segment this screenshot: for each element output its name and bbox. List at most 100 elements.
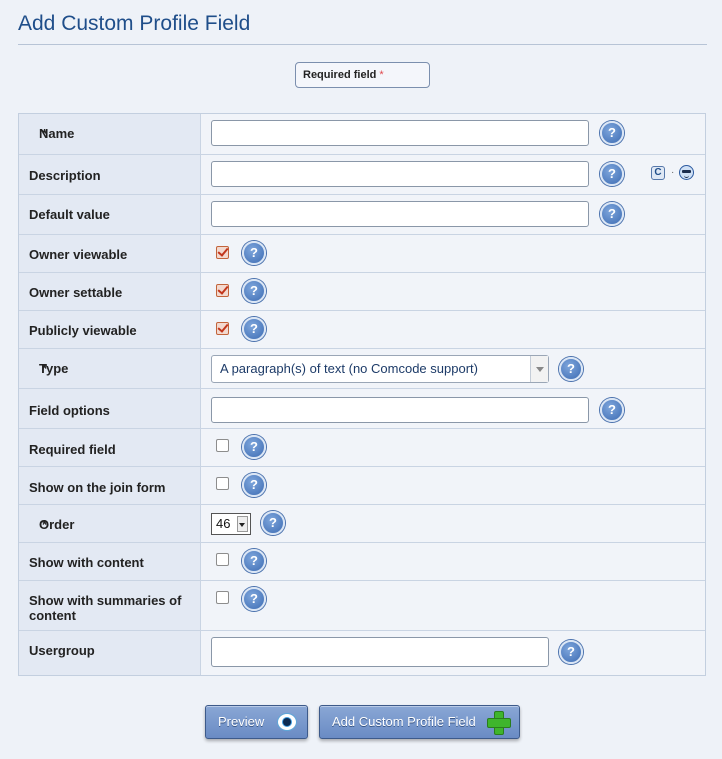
show-with-summaries-label-line2: content — [29, 608, 76, 623]
default-value-input[interactable] — [211, 201, 589, 227]
help-icon[interactable]: ? — [600, 121, 624, 145]
usergroup-label: Usergroup — [29, 643, 95, 658]
field-cell: ? — [201, 114, 705, 154]
field-cell: ? — [201, 389, 705, 428]
field-options-label: Field options — [29, 403, 110, 418]
show-with-content-label: Show with content — [29, 555, 144, 570]
row-required-field: Required field ? — [19, 428, 705, 466]
publicly-viewable-checkbox[interactable] — [216, 322, 229, 335]
chevron-down-icon — [530, 356, 548, 382]
field-cell: ? — [201, 235, 705, 272]
row-usergroup: Usergroup ? — [19, 630, 705, 675]
field-cell: ? — [201, 311, 705, 348]
label-cell: Order * — [19, 505, 201, 542]
label-cell: Default value — [19, 195, 201, 234]
field-cell: ? — [201, 467, 705, 504]
type-selected-value: A paragraph(s) of text (no Comcode suppo… — [220, 361, 478, 376]
owner-viewable-checkbox[interactable] — [216, 246, 229, 259]
row-description: Description ? C · — [19, 154, 705, 194]
add-custom-profile-field-button[interactable]: Add Custom Profile Field — [319, 705, 520, 739]
show-on-join-form-checkbox[interactable] — [216, 477, 229, 490]
row-field-options: Field options ? — [19, 388, 705, 428]
help-icon[interactable]: ? — [242, 241, 266, 265]
row-type: Type * A paragraph(s) of text (no Comcode… — [19, 348, 705, 388]
help-icon[interactable]: ? — [242, 435, 266, 459]
usergroup-input[interactable] — [211, 637, 549, 667]
row-show-on-join-form: Show on the join form ? — [19, 466, 705, 504]
help-icon[interactable]: ? — [242, 473, 266, 497]
show-with-summaries-label: Show with summaries of — [29, 593, 182, 608]
description-input[interactable] — [211, 161, 589, 187]
chevron-down-icon — [237, 516, 248, 532]
label-cell: Description — [19, 155, 201, 194]
field-cell: ? — [201, 273, 705, 310]
field-cell: 46 ? — [201, 505, 705, 542]
field-cell: ? — [201, 581, 705, 630]
label-cell: Name * — [19, 114, 201, 154]
preview-button[interactable]: Preview — [205, 705, 308, 739]
required-star: * — [379, 69, 384, 81]
row-publicly-viewable: Publicly viewable ? — [19, 310, 705, 348]
row-default-value: Default value ? — [19, 194, 705, 234]
show-on-join-form-label: Show on the join form — [29, 480, 166, 495]
label-cell: Type * — [19, 349, 201, 388]
order-selected-value: 46 — [216, 516, 231, 531]
preview-button-label: Preview — [218, 714, 265, 729]
field-cell: ? — [201, 631, 705, 675]
owner-settable-label: Owner settable — [29, 285, 123, 300]
description-label: Description — [29, 168, 101, 183]
label-cell: Required field — [19, 429, 201, 466]
help-icon[interactable]: ? — [600, 398, 624, 422]
help-icon[interactable]: ? — [600, 162, 624, 186]
row-order: Order * 46 ? — [19, 504, 705, 542]
help-icon[interactable]: ? — [242, 549, 266, 573]
label-cell: Field options — [19, 389, 201, 428]
default-value-label: Default value — [29, 207, 110, 222]
field-cell: ? C · — [201, 155, 705, 194]
publicly-viewable-label: Publicly viewable — [29, 323, 137, 338]
help-icon[interactable]: ? — [559, 640, 583, 664]
required-field-legend: Required field * — [295, 62, 430, 88]
required-field-checkbox[interactable] — [216, 439, 229, 452]
field-cell: A paragraph(s) of text (no Comcode suppo… — [201, 349, 705, 388]
help-icon[interactable]: ? — [242, 587, 266, 611]
show-with-summaries-checkbox[interactable] — [216, 591, 229, 604]
row-owner-settable: Owner settable ? — [19, 272, 705, 310]
help-icon[interactable]: ? — [242, 279, 266, 303]
label-cell: Show with content — [19, 543, 201, 580]
required-star: * — [42, 361, 48, 376]
profile-field-form: Name * ? Description ? C · Default value … — [18, 113, 706, 676]
show-with-content-checkbox[interactable] — [216, 553, 229, 566]
help-icon[interactable]: ? — [600, 202, 624, 226]
label-cell: Show on the join form — [19, 467, 201, 504]
owner-viewable-label: Owner viewable — [29, 247, 128, 262]
title-divider — [18, 44, 707, 45]
help-icon[interactable]: ? — [261, 511, 285, 535]
field-cell: ? — [201, 543, 705, 580]
label-cell: Owner settable — [19, 273, 201, 310]
label-cell: Publicly viewable — [19, 311, 201, 348]
help-icon[interactable]: ? — [242, 317, 266, 341]
submit-button-label: Add Custom Profile Field — [332, 714, 476, 729]
required-legend-label: Required field — [303, 69, 377, 81]
label-cell: Owner viewable — [19, 235, 201, 272]
eye-icon — [277, 713, 297, 731]
smiley-icon[interactable] — [679, 165, 694, 180]
row-name: Name * ? — [19, 114, 705, 154]
field-cell: ? — [201, 195, 705, 234]
field-cell: ? — [201, 429, 705, 466]
row-show-with-summaries: Show with summaries of content ? — [19, 580, 705, 630]
field-options-input[interactable] — [211, 397, 589, 423]
icon-separator: · — [671, 167, 675, 178]
order-select[interactable]: 46 — [211, 513, 251, 535]
required-star: * — [42, 517, 48, 532]
label-cell: Usergroup — [19, 631, 201, 675]
label-cell: Show with summaries of content — [19, 581, 201, 630]
owner-settable-checkbox[interactable] — [216, 284, 229, 297]
comcode-icon[interactable]: C — [651, 166, 665, 180]
type-select[interactable]: A paragraph(s) of text (no Comcode suppo… — [211, 355, 549, 383]
help-icon[interactable]: ? — [559, 357, 583, 381]
page-title: Add Custom Profile Field — [18, 12, 251, 35]
name-input[interactable] — [211, 120, 589, 146]
plus-icon — [487, 711, 511, 735]
